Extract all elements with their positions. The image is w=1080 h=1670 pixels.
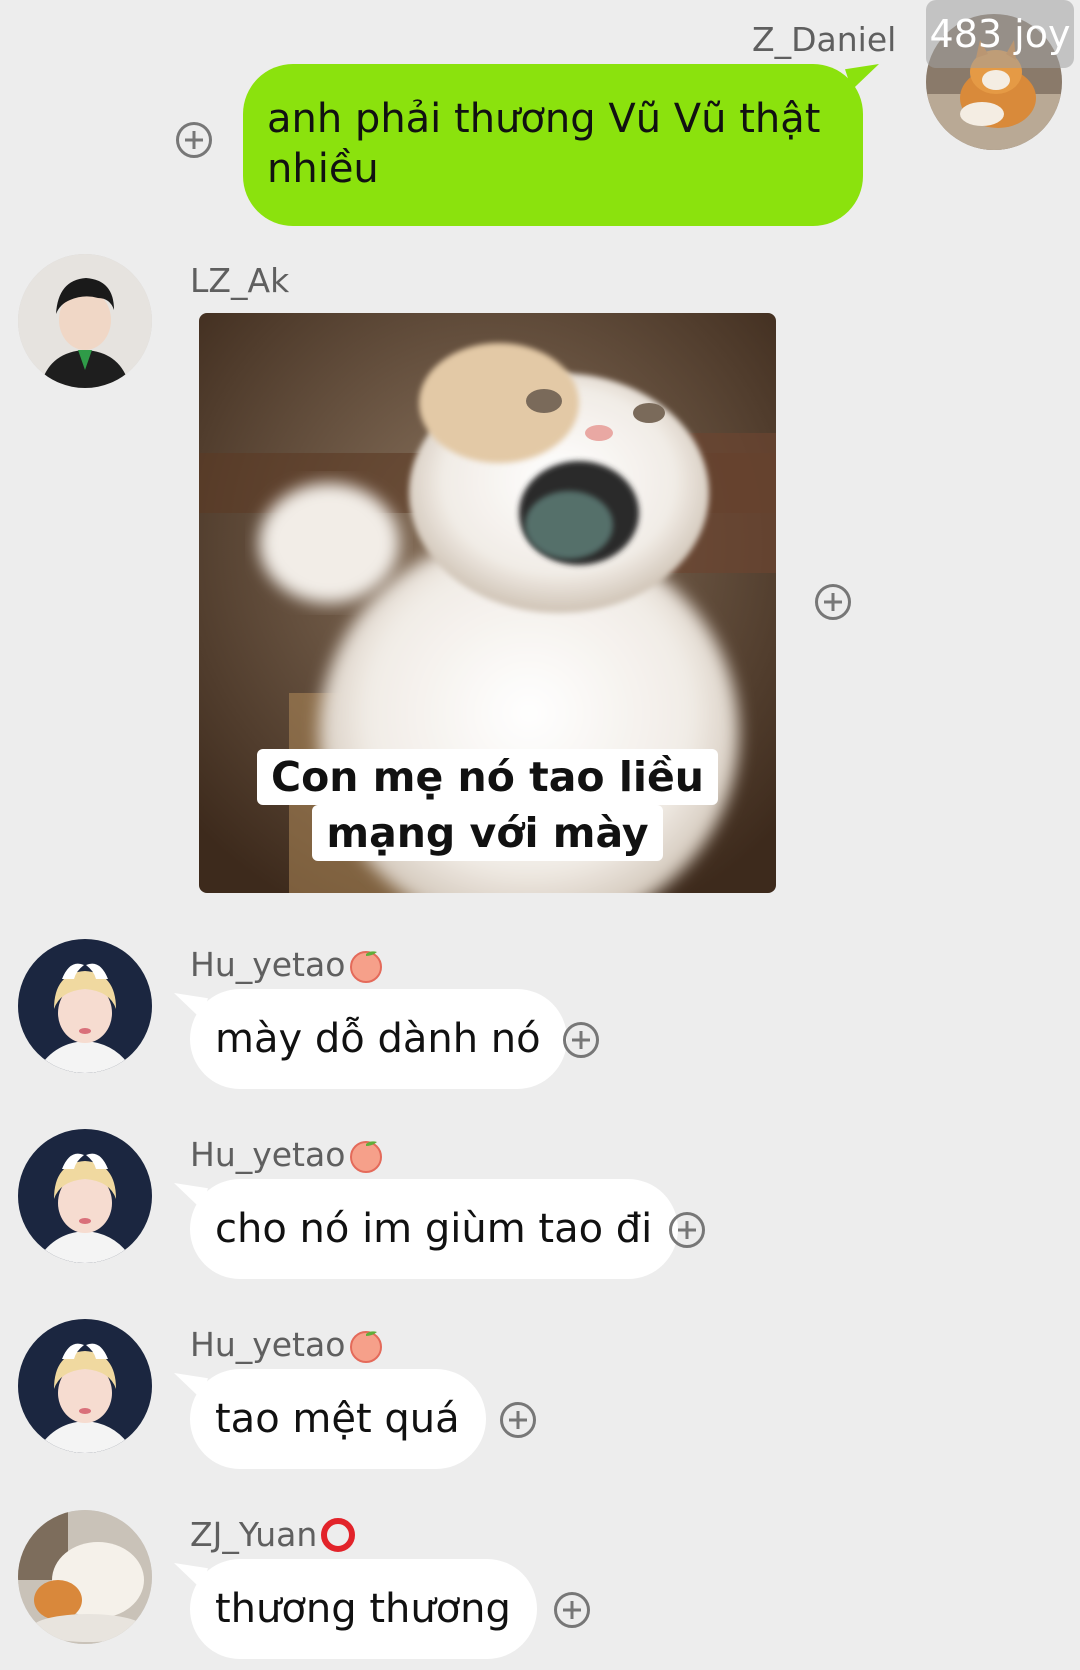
message-bubble[interactable]: thương thương: [190, 1559, 537, 1659]
sender-name: Hu_yetao: [190, 1325, 385, 1365]
message-bubble[interactable]: tao mệt quá: [190, 1369, 486, 1469]
message-bubble[interactable]: mày dỗ dành nó: [190, 989, 567, 1089]
peach-icon: [350, 1141, 383, 1173]
add-reaction-icon[interactable]: [176, 122, 212, 158]
avatar[interactable]: [18, 254, 152, 388]
gift-count-badge: 483 joy: [926, 0, 1074, 68]
person-avatar-icon: [18, 1129, 152, 1263]
sender-name: Z_Daniel: [752, 20, 897, 59]
red-circle-icon: [321, 1518, 356, 1552]
sender-name: LZ_Ak: [190, 261, 290, 300]
person-avatar-icon: [18, 254, 152, 388]
avatar[interactable]: [18, 1129, 152, 1263]
own-message-bubble[interactable]: anh phải thương Vũ Vũ thật nhiều: [243, 64, 863, 226]
sticker-caption-line-1: Con mẹ nó tao liều: [257, 749, 718, 805]
avatar[interactable]: [18, 1510, 152, 1644]
peach-icon: [350, 951, 383, 983]
add-reaction-icon[interactable]: [563, 1022, 599, 1058]
add-reaction-icon[interactable]: [669, 1212, 705, 1248]
sticker-caption: Con mẹ nó tao liều mạng với mày: [199, 749, 776, 861]
add-reaction-icon[interactable]: [500, 1402, 536, 1438]
sticker-image[interactable]: Con mẹ nó tao liều mạng với mày: [199, 313, 776, 893]
sender-name: ZJ_Yuan: [190, 1515, 357, 1555]
add-reaction-icon[interactable]: [554, 1592, 590, 1628]
sender-name-text: Hu_yetao: [190, 1325, 346, 1364]
sender-name-text: Hu_yetao: [190, 945, 346, 984]
avatar[interactable]: [18, 939, 152, 1073]
sender-name: Hu_yetao: [190, 1135, 385, 1175]
sender-name-text: Hu_yetao: [190, 1135, 346, 1174]
person-avatar-icon: [18, 1319, 152, 1453]
person-avatar-icon: [18, 939, 152, 1073]
sender-name: Hu_yetao: [190, 945, 385, 985]
cat-avatar-icon: [18, 1510, 152, 1644]
message-bubble[interactable]: cho nó im giùm tao đi: [190, 1179, 679, 1279]
sender-name-text: ZJ_Yuan: [190, 1515, 318, 1554]
add-reaction-icon[interactable]: [815, 584, 851, 620]
sticker-caption-line-2: mạng với mày: [312, 805, 663, 861]
avatar[interactable]: [18, 1319, 152, 1453]
peach-icon: [350, 1331, 383, 1363]
